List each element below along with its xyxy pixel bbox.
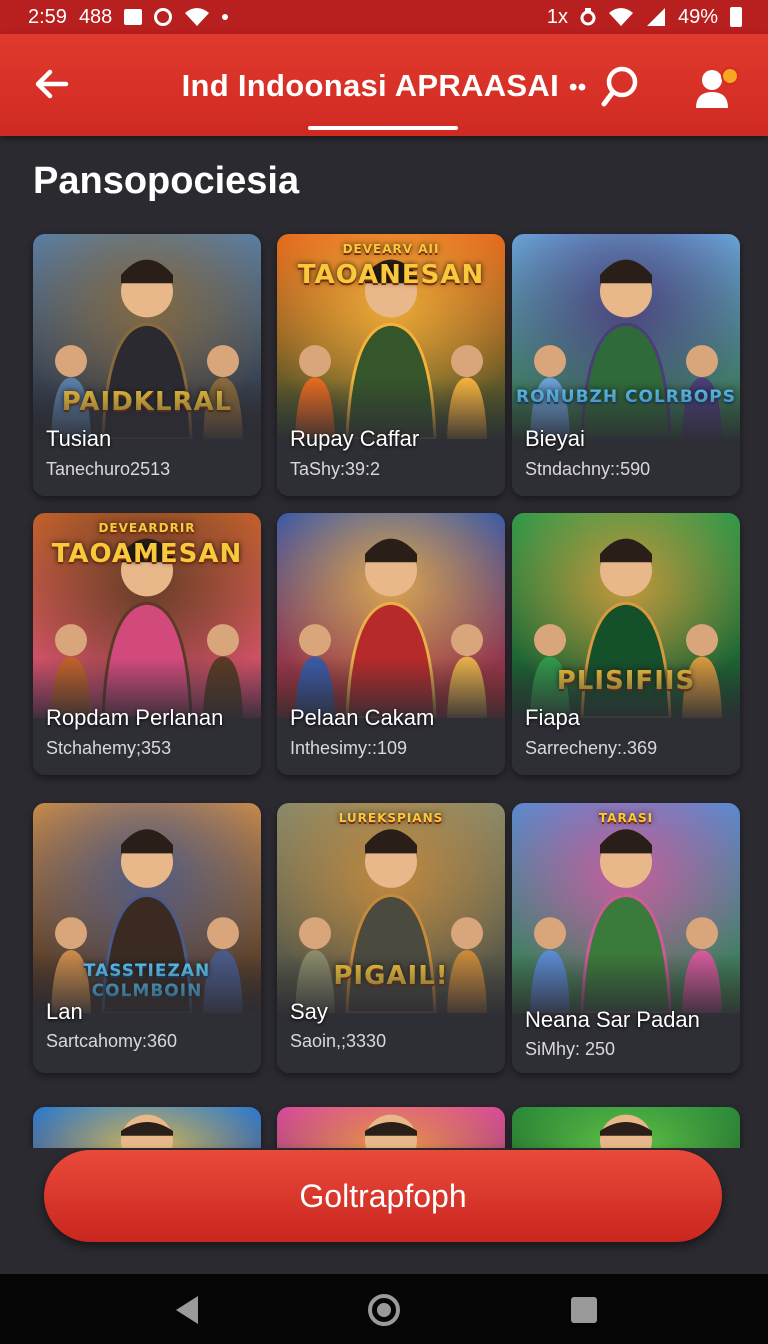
game-title: Rupay Caffar [290, 426, 420, 451]
game-card[interactable]: PAIDKLRALTusianTanechuro2513 [33, 234, 261, 496]
circle-home-icon [368, 1294, 400, 1326]
game-card[interactable]: TARASI Neana Sar Padan SiMhy: 250 [512, 803, 740, 1073]
game-title: Neana Sar Padan [525, 1007, 700, 1032]
cover-subtitle-text: TARASI [598, 811, 654, 825]
game-title: Fiapa [525, 705, 581, 730]
game-title: Ropdam Perlanan [46, 705, 224, 730]
game-stats: Inthesimy::109 [290, 738, 408, 758]
game-grid: PAIDKLRALTusianTanechuro2513 DEVEARV AII… [0, 0, 768, 1150]
game-card[interactable]: PLISIFIISFiapaSarrecheny:.369 [512, 513, 740, 775]
game-title: Lan [46, 999, 83, 1024]
game-stats: Sartcahomy:360 [46, 1031, 178, 1051]
system-nav-bar [0, 1274, 768, 1344]
game-cover-art [33, 1107, 261, 1150]
game-stats: Saoin,;3330 [290, 1031, 387, 1051]
cover-subtitle-text: LUREKSPIANS [338, 811, 444, 825]
cover-subtitle-text: DEVEARV AII [342, 242, 440, 256]
nav-back-button[interactable] [168, 1290, 208, 1330]
game-card[interactable]: DEVEARDRIR TAOAMESAN Ropdam Perlanan Stchah… [33, 513, 261, 775]
game-cover-art [277, 1107, 505, 1150]
nav-home-button[interactable] [364, 1290, 404, 1330]
game-card[interactable]: DEVEARV AII TAOANESAN Rupay Caffar TaShy:39… [277, 234, 505, 496]
cover-illustration [277, 1107, 505, 1150]
nav-recents-button[interactable] [564, 1290, 604, 1330]
game-title: Bieyai [525, 426, 585, 451]
game-title: Say [290, 999, 328, 1024]
game-card[interactable]: RONUBZH COLRBOPSBieyaiStndachny::590 [512, 234, 740, 496]
game-stats: Stndachny::590 [525, 459, 651, 479]
game-card[interactable]: LUREKSPIANSPIGAIL!SaySaoin,;3330 [277, 803, 505, 1073]
game-card[interactable] [512, 1107, 740, 1150]
game-stats: TaShy:39:2 [290, 459, 381, 479]
game-stats: SiMhy: 250 [525, 1039, 616, 1059]
game-card[interactable] [33, 1107, 261, 1150]
cover-logo-text: TAOAMESAN [51, 539, 243, 569]
game-card[interactable] [277, 1107, 505, 1150]
game-title: Pelaan Cakam [290, 705, 435, 730]
cover-logo-text: TAOANESAN [297, 260, 485, 290]
game-stats: Tanechuro2513 [46, 459, 171, 479]
cover-illustration [512, 1107, 740, 1150]
primary-action-label: Goltrapfoph [299, 1177, 467, 1214]
game-cover-art [512, 1107, 740, 1150]
game-stats: Sarrecheny:.369 [525, 738, 658, 758]
triangle-back-icon [176, 1296, 198, 1324]
cover-illustration [33, 1107, 261, 1150]
game-card[interactable]: Pelaan CakamInthesimy::109 [277, 513, 505, 775]
game-card[interactable]: TASSTIEZAN COLMBOINLanSartcahomy:360 [33, 803, 261, 1073]
square-recents-icon [571, 1297, 597, 1323]
game-title: Tusian [46, 426, 112, 451]
primary-action-button[interactable]: Goltrapfoph [44, 1150, 722, 1242]
cover-subtitle-text: DEVEARDRIR [98, 521, 196, 535]
game-stats: Stchahemy;353 [46, 738, 172, 758]
